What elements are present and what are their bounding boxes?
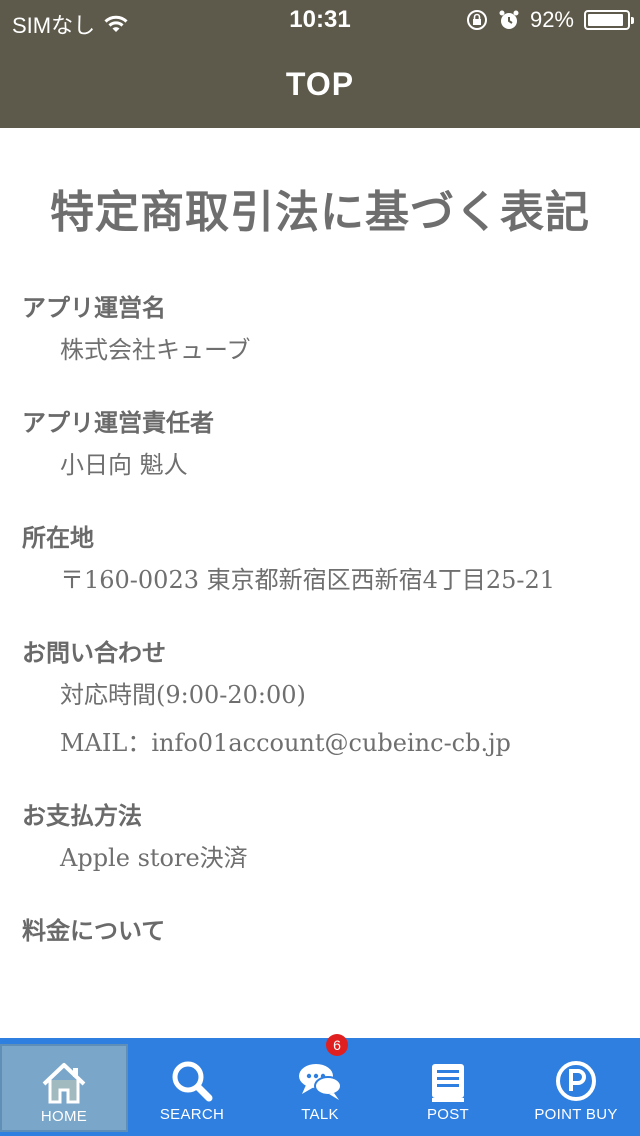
tab-talk-label: TALK — [301, 1106, 339, 1123]
section-heading: アプリ運営名 — [22, 293, 166, 322]
rotation-lock-icon — [466, 10, 487, 30]
content-area[interactable]: 特定商取引法に基づく表記 アプリ運営名株式会社キューブアプリ運営責任者小日向 魁… — [0, 128, 640, 1038]
section-heading: 所在地 — [22, 523, 94, 552]
info-section: アプリ運営責任者小日向 魁人 — [22, 403, 640, 480]
tab-home[interactable]: HOME — [0, 1044, 128, 1132]
tab-point-buy-label: POINT BUY — [534, 1106, 618, 1123]
home-icon — [42, 1063, 86, 1104]
tab-post-label: POST — [426, 1106, 470, 1123]
nav-bar: TOP — [0, 40, 640, 128]
nav-title: TOP — [285, 65, 355, 102]
tab-bar: HOME SEARCH 6 TALK POST POINT BUY — [0, 1034, 640, 1136]
info-section: 所在地〒160-0023 東京都新宿区西新宿4丁目25-21 — [22, 518, 640, 595]
status-right-group: 92% — [466, 7, 634, 33]
section-value: 株式会社キューブ — [60, 336, 251, 364]
alarm-icon — [499, 10, 519, 29]
section-value: 対応時間(9:00-20:00) — [60, 681, 306, 709]
info-sections: アプリ運営名株式会社キューブアプリ運営責任者小日向 魁人所在地〒160-0023… — [0, 288, 640, 946]
section-heading: アプリ運営責任者 — [22, 408, 214, 437]
search-icon — [172, 1061, 213, 1102]
battery-percent: 92% — [529, 7, 574, 32]
talk-badge: 6 — [326, 1034, 348, 1056]
post-icon — [432, 1064, 464, 1102]
tab-search-label: SEARCH — [159, 1106, 225, 1123]
section-value: Apple store決済 — [60, 844, 248, 872]
tab-search[interactable]: SEARCH — [128, 1038, 256, 1136]
info-section: お支払方法 Apple store決済 — [22, 796, 640, 873]
section-heading: お問い合わせ — [22, 638, 166, 667]
info-section: 料金について — [22, 911, 640, 946]
section-heading: お支払方法 — [22, 801, 142, 830]
point-buy-icon — [556, 1061, 596, 1101]
section-value: 小日向 魁人 — [60, 451, 188, 479]
tab-point-buy[interactable]: POINT BUY — [512, 1038, 640, 1136]
talk-icon — [299, 1064, 342, 1100]
info-section: お問い合わせ対応時間(9:00-20:00) MAIL：info01account… — [22, 633, 640, 758]
battery-icon — [584, 10, 634, 30]
tab-post[interactable]: POST — [384, 1038, 512, 1136]
battery-fill — [588, 14, 623, 26]
tab-talk[interactable]: 6 TALK — [256, 1034, 384, 1136]
section-heading: 料金について — [22, 916, 166, 945]
status-bar: SIMなし 10:31 92% — [0, 0, 640, 40]
section-value: 〒160-0023 東京都新宿区西新宿4丁目25-21 — [60, 566, 556, 594]
tab-home-label: HOME — [40, 1108, 88, 1125]
page-title: 特定商取引法に基づく表記 — [50, 187, 590, 238]
info-section: アプリ運営名株式会社キューブ — [22, 288, 640, 365]
section-value: MAIL：info01account@cubeinc-cb.jp — [60, 729, 511, 757]
